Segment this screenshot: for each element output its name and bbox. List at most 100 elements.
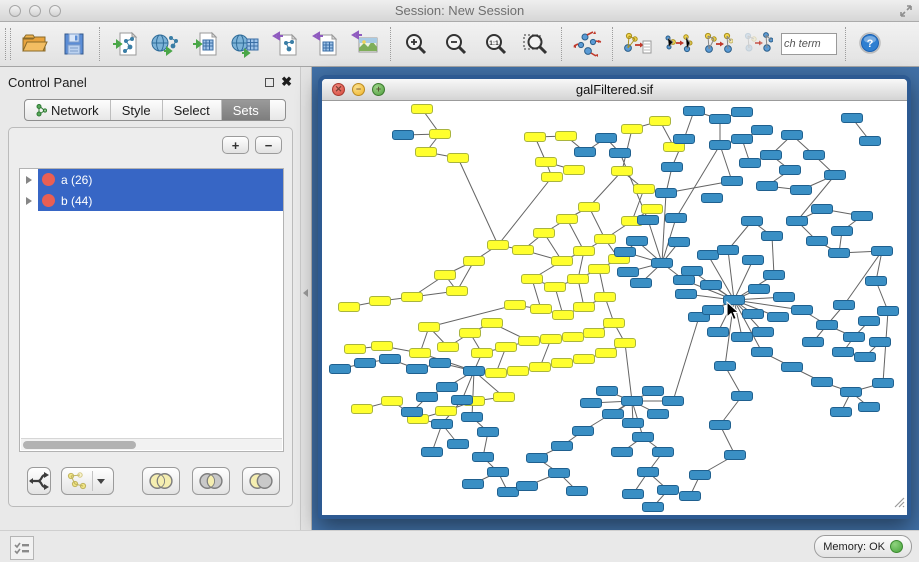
select-first-neighbors-faded-button[interactable]	[738, 24, 778, 64]
graph-node[interactable]	[567, 487, 588, 496]
import-network-from-file-button[interactable]	[105, 24, 145, 64]
tab-style[interactable]: Style	[111, 100, 163, 120]
graph-node[interactable]	[642, 205, 663, 214]
graph-node[interactable]	[541, 335, 562, 344]
graph-node[interactable]	[595, 235, 616, 244]
graph-node[interactable]	[650, 117, 671, 126]
graph-node[interactable]	[370, 297, 391, 306]
graph-node[interactable]	[517, 482, 538, 491]
graph-node[interactable]	[732, 108, 753, 117]
graph-node[interactable]	[732, 392, 753, 401]
graph-node[interactable]	[710, 141, 731, 150]
graph-node[interactable]	[462, 413, 483, 422]
expand-arrow-icon[interactable]	[26, 176, 32, 184]
graph-node[interactable]	[339, 303, 360, 312]
graph-node[interactable]	[666, 214, 687, 223]
graph-node[interactable]	[866, 277, 887, 286]
graph-node[interactable]	[622, 397, 643, 406]
graph-node[interactable]	[488, 241, 509, 250]
set-row-a[interactable]: a (26)	[20, 169, 283, 190]
graph-node[interactable]	[825, 171, 846, 180]
network-canvas[interactable]	[322, 101, 907, 515]
graph-node[interactable]	[725, 451, 746, 460]
graph-node[interactable]	[803, 338, 824, 347]
graph-node[interactable]	[615, 339, 636, 348]
horizontal-scrollbar[interactable]	[21, 438, 282, 450]
graph-node[interactable]	[780, 166, 801, 175]
create-set-from-network-button[interactable]	[61, 467, 114, 495]
graph-node[interactable]	[768, 313, 789, 322]
graph-node[interactable]	[682, 267, 703, 276]
graph-node[interactable]	[330, 365, 351, 374]
graph-node[interactable]	[579, 203, 600, 212]
graph-node[interactable]	[842, 114, 863, 123]
graph-node[interactable]	[574, 303, 595, 312]
apply-preferred-layout-button[interactable]	[567, 24, 607, 64]
graph-node[interactable]	[674, 135, 695, 144]
graph-node[interactable]	[463, 480, 484, 489]
graph-node[interactable]	[757, 182, 778, 191]
graph-node[interactable]	[690, 471, 711, 480]
graph-node[interactable]	[753, 328, 774, 337]
graph-node[interactable]	[610, 149, 631, 158]
graph-node[interactable]	[574, 247, 595, 256]
select-first-neighbors-partial-button[interactable]	[658, 24, 698, 64]
graph-node[interactable]	[597, 387, 618, 396]
graph-node[interactable]	[525, 133, 546, 142]
graph-node[interactable]	[743, 310, 764, 319]
graph-node[interactable]	[382, 397, 403, 406]
graph-node[interactable]	[833, 348, 854, 357]
graph-node[interactable]	[530, 363, 551, 372]
graph-node[interactable]	[740, 159, 761, 168]
help-button[interactable]: ?	[857, 31, 883, 57]
graph-node[interactable]	[372, 342, 393, 351]
set-row-b[interactable]: b (44)	[20, 190, 283, 211]
graph-node[interactable]	[564, 166, 585, 175]
graph-node[interactable]	[710, 421, 731, 430]
select-first-neighbors-directed-button[interactable]	[698, 24, 738, 64]
graph-node[interactable]	[752, 348, 773, 357]
graph-node[interactable]	[596, 349, 617, 358]
toolbar-drag-handle[interactable]	[5, 28, 11, 60]
create-set-from-selection-button[interactable]	[27, 467, 51, 495]
graph-node[interactable]	[615, 248, 636, 257]
zoom-actual-size-button[interactable]: 1:1	[476, 24, 516, 64]
expand-arrow-icon[interactable]	[26, 197, 32, 205]
graph-node[interactable]	[674, 276, 695, 285]
graph-node[interactable]	[764, 271, 785, 280]
graph-node[interactable]	[742, 217, 763, 226]
graph-node[interactable]	[536, 158, 557, 167]
zoom-in-button[interactable]	[396, 24, 436, 64]
panel-splitter[interactable]	[300, 67, 312, 530]
graph-node[interactable]	[722, 177, 743, 186]
graph-node[interactable]	[643, 387, 664, 396]
graph-node[interactable]	[448, 154, 469, 163]
graph-node[interactable]	[447, 287, 468, 296]
save-session-button[interactable]	[54, 24, 94, 64]
add-set-button[interactable]: +	[222, 136, 249, 154]
graph-node[interactable]	[623, 490, 644, 499]
graph-node[interactable]	[743, 256, 764, 265]
graph-node[interactable]	[545, 283, 566, 292]
graph-node[interactable]	[496, 343, 517, 352]
graph-node[interactable]	[715, 362, 736, 371]
graph-node[interactable]	[549, 469, 570, 478]
resize-grip[interactable]	[892, 495, 905, 513]
graph-node[interactable]	[831, 408, 852, 417]
graph-node[interactable]	[568, 275, 589, 284]
network-window-titlebar[interactable]: ✕ − + galFiltered.sif	[322, 79, 907, 101]
graph-node[interactable]	[710, 115, 731, 124]
graph-node[interactable]	[859, 403, 880, 412]
graph-node[interactable]	[436, 407, 457, 416]
graph-node[interactable]	[832, 227, 853, 236]
graph-node[interactable]	[430, 359, 451, 368]
graph-node[interactable]	[627, 237, 648, 246]
graph-node[interactable]	[658, 486, 679, 495]
graph-node[interactable]	[732, 135, 753, 144]
fullscreen-icon[interactable]	[899, 4, 913, 23]
graph-node[interactable]	[807, 237, 828, 246]
export-table-button[interactable]	[305, 24, 345, 64]
graph-node[interactable]	[762, 232, 783, 241]
graph-node[interactable]	[464, 367, 485, 376]
graph-node[interactable]	[653, 448, 674, 457]
